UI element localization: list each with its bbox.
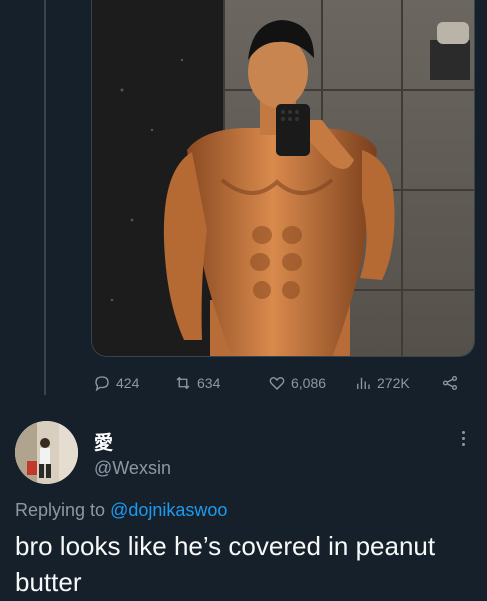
thread-connector-line: [44, 0, 46, 395]
like-action[interactable]: 6,086: [268, 374, 326, 392]
share-icon: [442, 375, 458, 391]
retweet-count: 634: [197, 375, 221, 391]
reply-icon: [95, 376, 109, 392]
like-icon: [269, 376, 285, 390]
retweet-icon: [176, 376, 190, 390]
share-action[interactable]: [441, 374, 459, 392]
retweet-action[interactable]: 634: [174, 374, 220, 392]
views-icon: [357, 377, 370, 389]
like-count: 6,086: [291, 375, 327, 391]
reply-text: bro looks like he’s covered in peanut bu…: [15, 531, 436, 597]
more-icon[interactable]: [456, 428, 470, 449]
tweet-thread: 424 634 6,086 272K 愛 @Wexsin Replying to…: [0, 0, 487, 601]
replying-prefix: Replying to: [15, 500, 106, 520]
tweet-action-bar: 424 634 6,086 272K: [91, 370, 475, 396]
views-count: 272K: [377, 375, 410, 391]
views-action[interactable]: 272K: [354, 374, 410, 392]
replying-to-mention[interactable]: @dojnikaswoo: [110, 500, 227, 520]
reply-action[interactable]: 424: [93, 374, 139, 392]
display-name[interactable]: 愛: [94, 428, 113, 455]
tweet-media-photo[interactable]: [91, 0, 475, 357]
user-handle[interactable]: @Wexsin: [94, 458, 171, 479]
replying-to-line: Replying to @dojnikaswoo: [15, 500, 227, 521]
avatar[interactable]: [15, 421, 78, 484]
reply-count: 424: [116, 375, 140, 391]
